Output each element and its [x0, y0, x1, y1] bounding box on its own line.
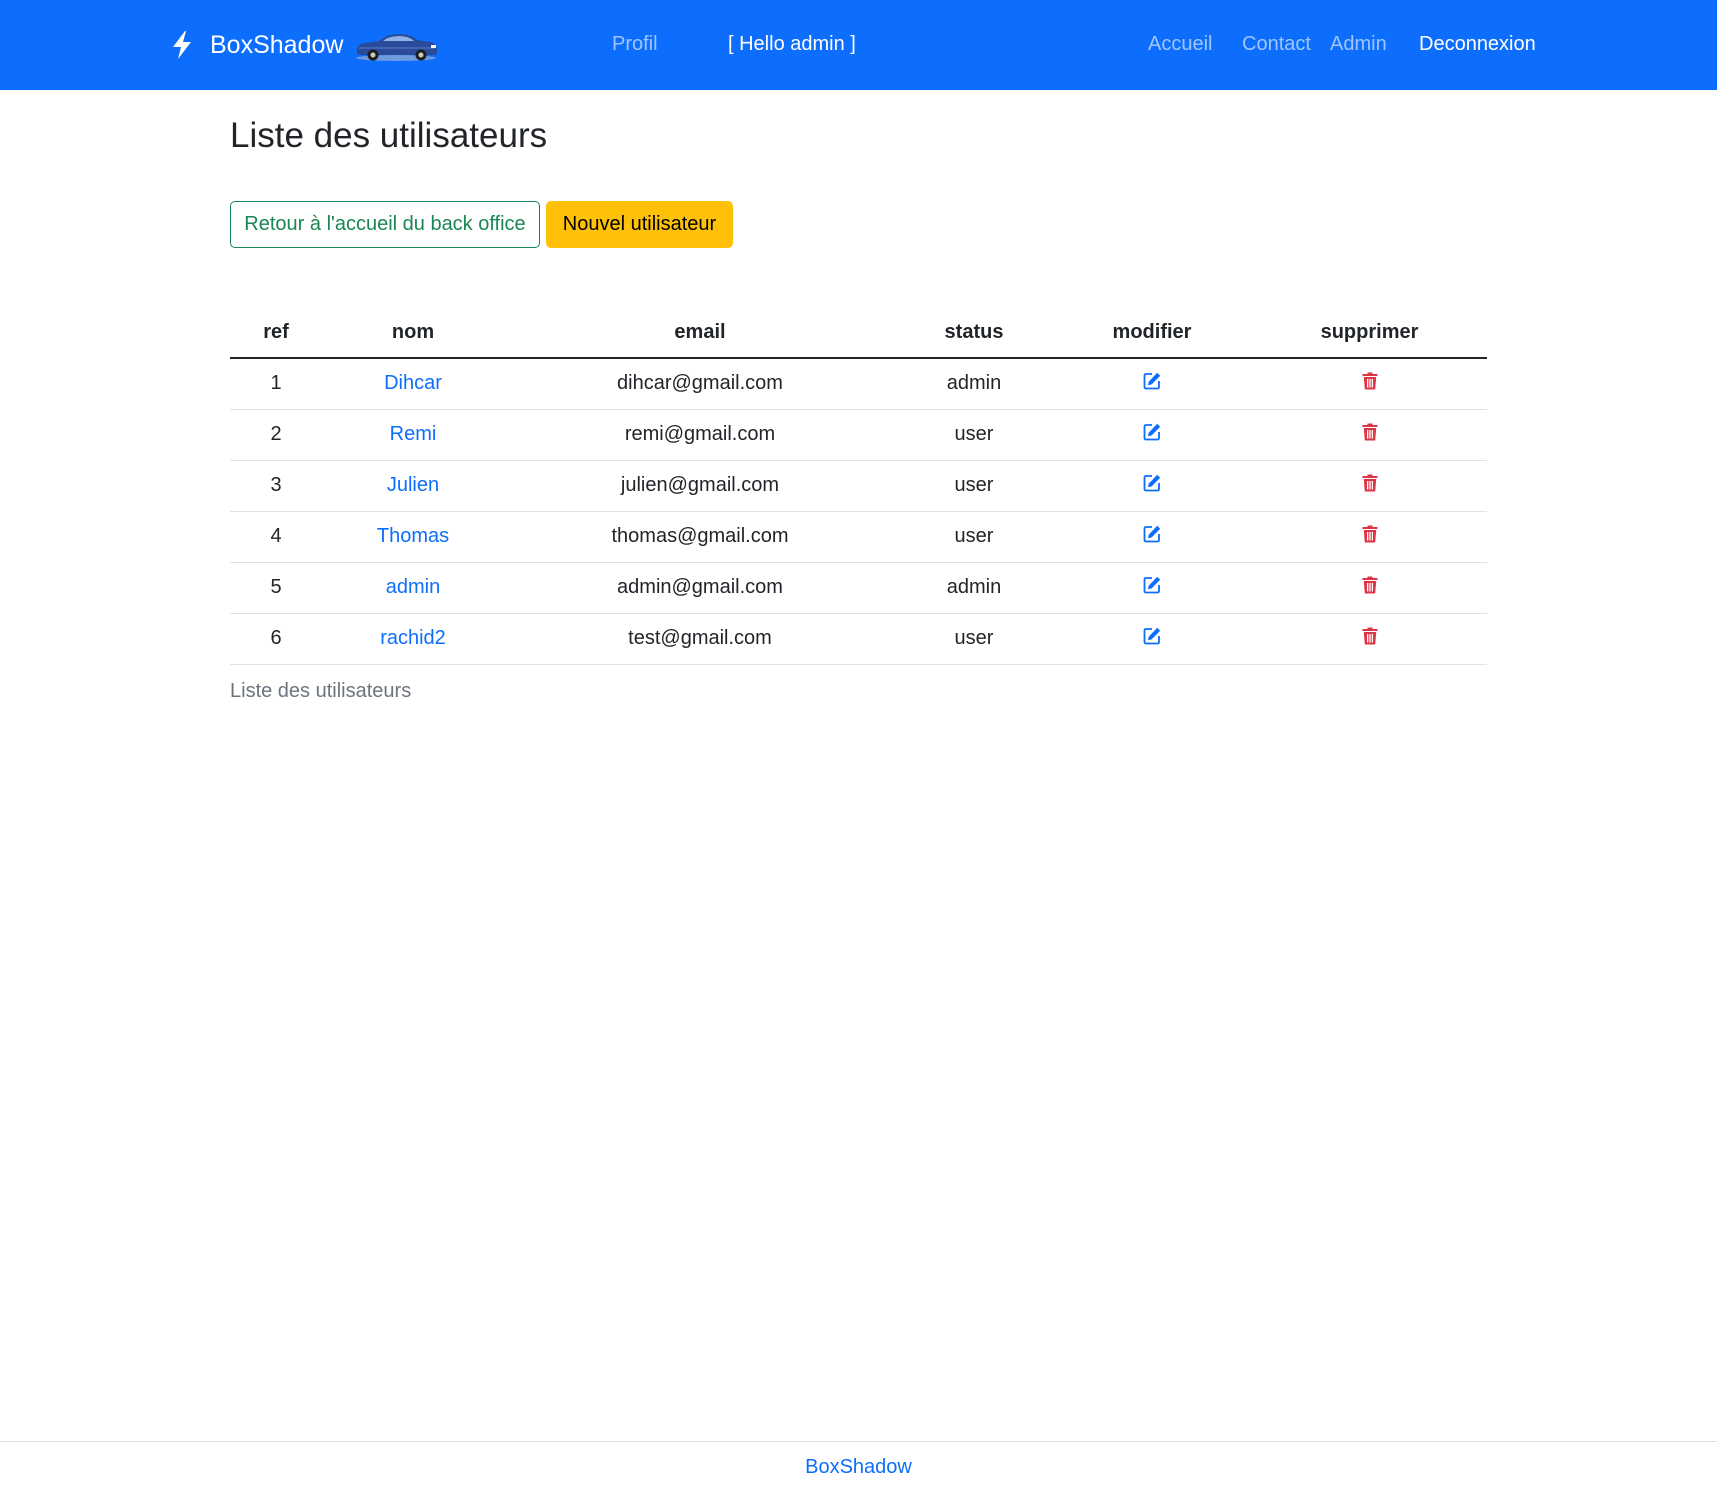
cell-modifier: [1052, 511, 1252, 563]
users-table-body: 1 Dihcar dihcar@gmail.com admin 2 Remi remi@gm…: [230, 358, 1487, 665]
cell-status: admin: [896, 358, 1052, 410]
table-row: 4 Thomas thomas@gmail.com user: [230, 511, 1487, 563]
cell-modifier: [1052, 562, 1252, 614]
nav-link-admin[interactable]: Admin: [1330, 33, 1387, 56]
header-modifier: modifier: [1052, 308, 1252, 359]
cell-supprimer: [1252, 358, 1487, 410]
cell-status: user: [896, 460, 1052, 512]
cell-email: thomas@gmail.com: [504, 511, 896, 563]
table-caption: Liste des utilisateurs: [230, 680, 412, 702]
lightning-icon: [170, 30, 194, 60]
cell-supprimer: [1252, 511, 1487, 563]
edit-icon[interactable]: [1141, 370, 1163, 392]
cell-status: user: [896, 613, 1052, 665]
nav-link-contact[interactable]: Contact: [1242, 33, 1311, 56]
cell-ref: 3: [230, 460, 322, 512]
footer: BoxShadow: [0, 1441, 1717, 1492]
cell-ref: 5: [230, 562, 322, 614]
table-row: 3 Julien julien@gmail.com user: [230, 460, 1487, 512]
nav-link-accueil[interactable]: Accueil: [1148, 33, 1212, 56]
cell-status: user: [896, 409, 1052, 461]
trash-icon[interactable]: [1359, 421, 1381, 443]
table-row: 1 Dihcar dihcar@gmail.com admin: [230, 358, 1487, 410]
cell-status: user: [896, 511, 1052, 563]
page-title: Liste des utilisateurs: [230, 116, 548, 155]
cell-email: julien@gmail.com: [504, 460, 896, 512]
top-navbar: BoxShadow Profil [ Hello admin ] Accueil…: [0, 0, 1717, 90]
cell-email: test@gmail.com: [504, 613, 896, 665]
user-name-link[interactable]: admin: [386, 576, 440, 598]
cell-modifier: [1052, 409, 1252, 461]
user-name-link[interactable]: Thomas: [377, 525, 449, 547]
header-email: email: [504, 308, 896, 359]
cell-modifier: [1052, 613, 1252, 665]
nav-link-deconnexion[interactable]: Deconnexion: [1419, 33, 1536, 56]
cell-nom: rachid2: [322, 613, 504, 665]
cell-modifier: [1052, 358, 1252, 410]
header-ref: ref: [230, 308, 322, 359]
back-office-home-button[interactable]: Retour à l'accueil du back office: [230, 201, 540, 248]
table-row: 6 rachid2 test@gmail.com user: [230, 613, 1487, 665]
table-row: 5 admin admin@gmail.com admin: [230, 562, 1487, 614]
cell-modifier: [1052, 460, 1252, 512]
table-row: 2 Remi remi@gmail.com user: [230, 409, 1487, 461]
footer-brand-link[interactable]: BoxShadow: [805, 1456, 912, 1479]
header-supprimer: supprimer: [1252, 308, 1487, 359]
header-nom: nom: [322, 308, 504, 359]
new-user-button[interactable]: Nouvel utilisateur: [546, 201, 733, 248]
user-name-link[interactable]: Julien: [387, 474, 439, 496]
edit-icon[interactable]: [1141, 523, 1163, 545]
trash-icon[interactable]: [1359, 370, 1381, 392]
cell-nom: Thomas: [322, 511, 504, 563]
car-logo-icon: [353, 28, 439, 62]
trash-icon[interactable]: [1359, 523, 1381, 545]
brand-name: BoxShadow: [210, 30, 344, 59]
users-table: ref nom email status modifier supprimer …: [230, 308, 1487, 665]
cell-email: admin@gmail.com: [504, 562, 896, 614]
user-greeting: [ Hello admin ]: [728, 33, 856, 55]
header-status: status: [896, 308, 1052, 359]
table-header-row: ref nom email status modifier supprimer: [230, 308, 1487, 359]
cell-ref: 2: [230, 409, 322, 461]
cell-ref: 1: [230, 358, 322, 410]
user-name-link[interactable]: Remi: [390, 423, 437, 445]
edit-icon[interactable]: [1141, 472, 1163, 494]
trash-icon[interactable]: [1359, 574, 1381, 596]
edit-icon[interactable]: [1141, 574, 1163, 596]
cell-supprimer: [1252, 613, 1487, 665]
cell-email: remi@gmail.com: [504, 409, 896, 461]
edit-icon[interactable]: [1141, 421, 1163, 443]
cell-nom: Remi: [322, 409, 504, 461]
cell-nom: Julien: [322, 460, 504, 512]
nav-link-profil[interactable]: Profil: [612, 33, 658, 56]
cell-email: dihcar@gmail.com: [504, 358, 896, 410]
trash-icon[interactable]: [1359, 625, 1381, 647]
brand-link[interactable]: BoxShadow: [170, 26, 439, 64]
cell-supprimer: [1252, 562, 1487, 614]
cell-supprimer: [1252, 409, 1487, 461]
cell-supprimer: [1252, 460, 1487, 512]
cell-ref: 6: [230, 613, 322, 665]
cell-nom: admin: [322, 562, 504, 614]
edit-icon[interactable]: [1141, 625, 1163, 647]
cell-status: admin: [896, 562, 1052, 614]
user-name-link[interactable]: rachid2: [380, 627, 446, 649]
trash-icon[interactable]: [1359, 472, 1381, 494]
cell-ref: 4: [230, 511, 322, 563]
cell-nom: Dihcar: [322, 358, 504, 410]
user-name-link[interactable]: Dihcar: [384, 372, 442, 394]
